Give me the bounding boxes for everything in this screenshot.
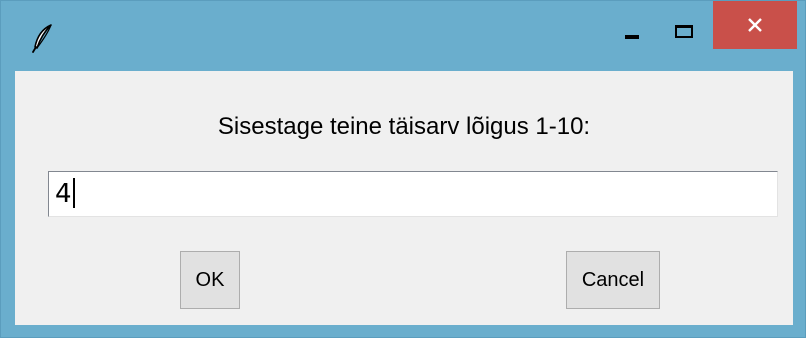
number-input[interactable]: 4 <box>48 171 778 217</box>
cancel-button[interactable]: Cancel <box>566 251 660 309</box>
minimize-icon <box>625 35 639 39</box>
dialog-body: Sisestage teine täisarv lõigus 1-10: 4 O… <box>15 71 793 325</box>
ok-button[interactable]: OK <box>180 251 240 309</box>
minimize-button[interactable] <box>608 1 658 49</box>
title-bar[interactable] <box>1 1 805 71</box>
close-icon <box>748 18 762 32</box>
text-caret <box>72 178 75 208</box>
feather-icon <box>29 23 57 53</box>
prompt-label: Sisestage teine täisarv lõigus 1-10: <box>217 113 591 140</box>
maximize-icon <box>675 25 693 38</box>
maximize-button[interactable] <box>661 1 711 49</box>
close-button[interactable] <box>713 1 797 49</box>
dialog-window: Sisestage teine täisarv lõigus 1-10: 4 O… <box>0 0 806 338</box>
input-value: 4 <box>55 179 72 209</box>
